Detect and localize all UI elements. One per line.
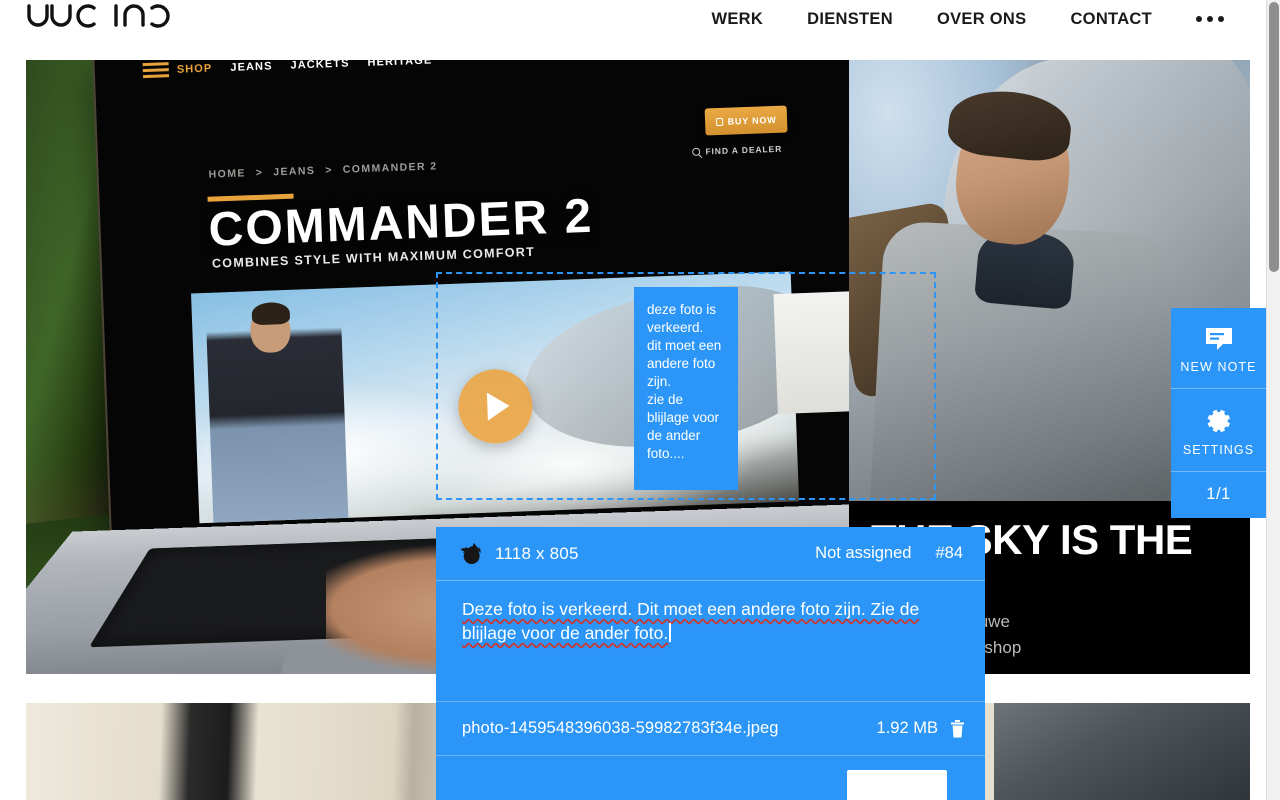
assignee-selector[interactable]: Not assigned	[815, 544, 911, 563]
shop-nav-heritage[interactable]: HERITAGE	[367, 60, 432, 68]
trash-icon[interactable]	[950, 719, 965, 738]
nav-item-werk[interactable]: WERK	[690, 5, 786, 33]
secondary-photo	[994, 703, 1250, 800]
comment-line-2: blijlage voor de ander foto.	[462, 623, 669, 643]
buy-now-button[interactable]: BUY NOW	[704, 105, 788, 136]
screen-dimensions: 1118 x 805	[495, 543, 579, 563]
brand-wings-logo: AMERICAN CLASSIC	[504, 60, 706, 74]
site-logo[interactable]	[24, 0, 184, 36]
ellipsis-dot-icon	[1218, 16, 1224, 22]
comment-textarea[interactable]: Deze foto is verkeerd. Dit moet een ande…	[436, 581, 985, 701]
breadcrumb-home[interactable]: HOME	[208, 167, 246, 180]
gear-icon	[1207, 409, 1230, 433]
model-figure	[205, 295, 349, 523]
breadcrumb-separator-icon: >	[255, 166, 264, 179]
annotation-tool-rail: NEW NOTE SETTINGS 1/1	[1171, 308, 1266, 518]
comment-text: Deze foto is verkeerd. Dit moet een ande…	[462, 599, 919, 643]
nav-item-diensten[interactable]: DIENSTEN	[785, 5, 915, 33]
new-note-button[interactable]: NEW NOTE	[1171, 308, 1266, 388]
vertical-scrollbar[interactable]	[1266, 0, 1280, 800]
search-icon	[692, 147, 701, 156]
site-header: WERK DIENSTEN OVER ONS CONTACT	[0, 0, 1266, 60]
note-counter[interactable]: 1/1	[1171, 471, 1266, 518]
find-dealer-label: FIND A DEALER	[705, 143, 783, 157]
shop-nav-shop[interactable]: SHOP	[177, 62, 213, 75]
issue-id: #84	[935, 544, 963, 562]
settings-button[interactable]: SETTINGS	[1171, 388, 1266, 471]
comment-panel-footer	[436, 755, 985, 800]
hamburger-icon[interactable]	[142, 62, 170, 79]
nav-item-contact[interactable]: CONTACT	[1048, 5, 1174, 33]
nav-item-over-ons[interactable]: OVER ONS	[915, 5, 1049, 33]
secondary-tile	[773, 291, 849, 415]
settings-label: SETTINGS	[1182, 443, 1255, 457]
ellipsis-dot-icon	[1196, 16, 1202, 22]
breadcrumb-jeans[interactable]: JEANS	[273, 165, 315, 179]
app-stage: WERK DIENSTEN OVER ONS CONTACT SHOP JEAN…	[0, 0, 1280, 800]
more-menu-button[interactable]	[1174, 16, 1238, 22]
breadcrumb-separator-icon: >	[325, 164, 334, 177]
shop-topbar: SHOP JEANS JACKETS HERITAGE	[142, 60, 433, 79]
find-dealer-link[interactable]: FIND A DEALER	[692, 144, 782, 157]
attachment-filename[interactable]: photo-1459548396038-59982783f34e.jpeg	[462, 719, 779, 738]
ellipsis-dot-icon	[1207, 16, 1213, 22]
firefox-icon	[460, 542, 481, 564]
shopping-bag-icon	[715, 117, 723, 126]
comment-panel-meta: Not assigned #84	[815, 544, 963, 563]
shop-nav-jeans[interactable]: JEANS	[230, 60, 273, 73]
breadcrumb-current: COMMANDER 2	[342, 160, 438, 176]
scrollbar-thumb[interactable]	[1269, 2, 1279, 272]
shop-breadcrumb: HOME > JEANS > COMMANDER 2	[208, 160, 437, 180]
text-caret	[669, 623, 671, 642]
comment-panel: 1118 x 805 Not assigned #84 Deze foto is…	[436, 527, 985, 800]
play-triangle-icon	[486, 392, 510, 421]
attachment-filesize: 1.92 MB	[876, 719, 938, 737]
shop-nav-jackets[interactable]: JACKETS	[290, 60, 349, 71]
buy-now-label: BUY NOW	[727, 114, 777, 127]
comment-panel-header: 1118 x 805 Not assigned #84	[436, 527, 985, 581]
attachment-row: photo-1459548396038-59982783f34e.jpeg 1.…	[436, 701, 985, 755]
site-nav: WERK DIENSTEN OVER ONS CONTACT	[690, 5, 1239, 33]
comment-line-1: Deze foto is verkeerd. Dit moet een ande…	[462, 599, 920, 619]
submit-button[interactable]	[847, 770, 947, 800]
comment-icon	[1205, 328, 1232, 350]
note-tooltip[interactable]: deze foto is verkeerd. dit moet een ande…	[634, 287, 738, 490]
new-note-label: NEW NOTE	[1180, 360, 1257, 374]
